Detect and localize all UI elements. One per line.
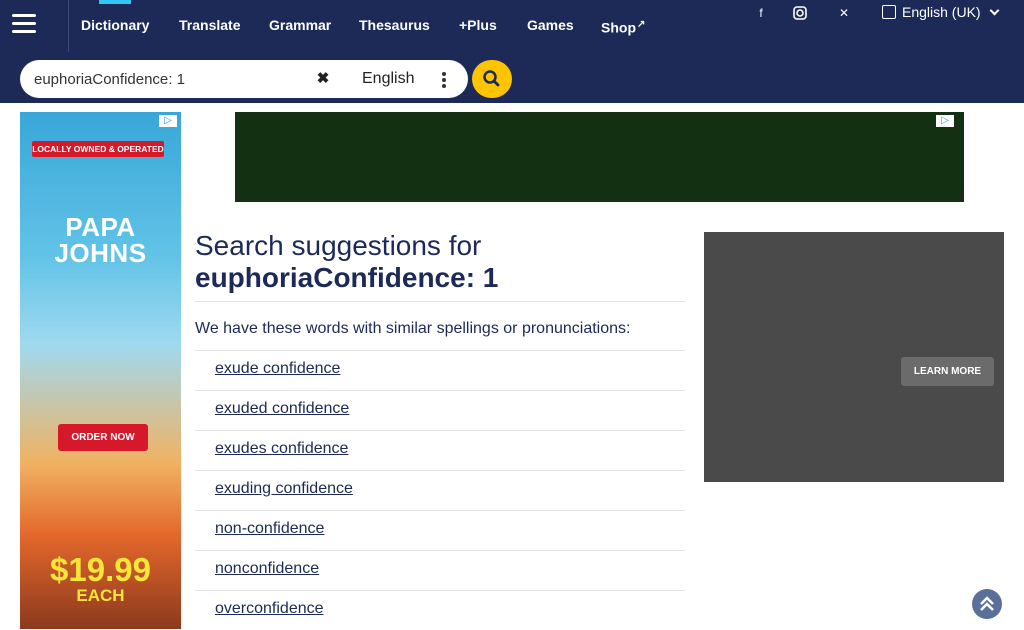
suggestion-link[interactable]: exuded confidence [215, 400, 349, 418]
suggestion-list: exude confidence exuded confidence exude… [195, 350, 685, 630]
twitter-icon[interactable]: ✕ [831, 4, 857, 22]
ad-badge: LOCALLY OWNED & OPERATED [32, 141, 164, 157]
suggestion-link[interactable]: nonconfidence [215, 560, 319, 578]
suggestion-link[interactable]: exudes confidence [215, 440, 348, 458]
search-box: ✖ English [20, 60, 468, 98]
language-icon [882, 5, 896, 19]
nav-divider [68, 0, 69, 52]
list-item: nonconfidence [195, 550, 685, 590]
chevron-up-icon [980, 596, 994, 611]
suggestion-link[interactable]: exuding confidence [215, 480, 353, 498]
side-video-ad[interactable]: LEARN MORE [704, 232, 1004, 482]
search-icon [483, 70, 500, 87]
ad-choices-icon[interactable]: ▷ [936, 115, 954, 127]
language-selector[interactable]: English (UK) [882, 0, 1000, 24]
clear-search-icon[interactable]: ✖ [315, 71, 331, 87]
search-query: euphoriaConfidence: 1 [195, 262, 499, 293]
suggestion-link[interactable]: non-confidence [215, 520, 324, 538]
divider [195, 301, 685, 302]
nav-shop[interactable]: Shop↗ [601, 0, 645, 52]
suggestion-link[interactable]: exude confidence [215, 360, 340, 378]
more-options-icon [442, 72, 446, 90]
top-navigation: Dictionary Translate Grammar Thesaurus +… [0, 0, 1024, 52]
search-bar: ✖ English [0, 52, 1024, 103]
ad-price-unit: EACH [76, 586, 125, 605]
list-item: exudes confidence [195, 430, 685, 470]
external-link-icon: ↗ [637, 19, 646, 30]
page-title: Search suggestions for euphoriaConfidenc… [195, 230, 685, 294]
nav-grammar[interactable]: Grammar [269, 0, 331, 52]
list-item: non-confidence [195, 510, 685, 550]
suggestion-link[interactable]: overconfidence [215, 600, 324, 618]
back-to-top-button[interactable] [972, 589, 1002, 619]
list-item: exuded confidence [195, 390, 685, 430]
list-item: overconfidence [195, 590, 685, 630]
list-item: exuding confidence [195, 470, 685, 510]
ad-price: $19.99 [50, 551, 151, 588]
search-button[interactable] [472, 60, 512, 98]
search-input[interactable] [34, 60, 324, 98]
ad-brand-logo: PAPA JOHNS [54, 212, 147, 268]
ad-learn-more-button[interactable]: LEARN MORE [901, 357, 994, 386]
ad-choices-icon[interactable]: ▷ [159, 115, 177, 127]
top-banner-ad[interactable]: ▷ [235, 112, 964, 202]
ad-order-button[interactable]: ORDER NOW [58, 424, 148, 451]
chevron-down-icon [989, 5, 1000, 16]
nav-dictionary[interactable]: Dictionary [81, 0, 149, 52]
list-item: exude confidence [195, 350, 685, 390]
nav-plus[interactable]: +Plus [459, 0, 497, 52]
menu-icon[interactable] [12, 14, 36, 36]
nav-thesaurus[interactable]: Thesaurus [359, 0, 430, 52]
facebook-icon[interactable]: f [748, 4, 774, 22]
nav-games[interactable]: Games [527, 0, 574, 52]
instagram-icon[interactable] [787, 4, 813, 22]
left-skyscraper-ad[interactable]: ▷ LOCALLY OWNED & OPERATED PAPA JOHNS OR… [20, 112, 181, 629]
nav-translate[interactable]: Translate [179, 0, 240, 52]
dictionary-selector[interactable]: English [342, 63, 460, 95]
suggestions-intro: We have these words with similar spellin… [195, 320, 631, 337]
